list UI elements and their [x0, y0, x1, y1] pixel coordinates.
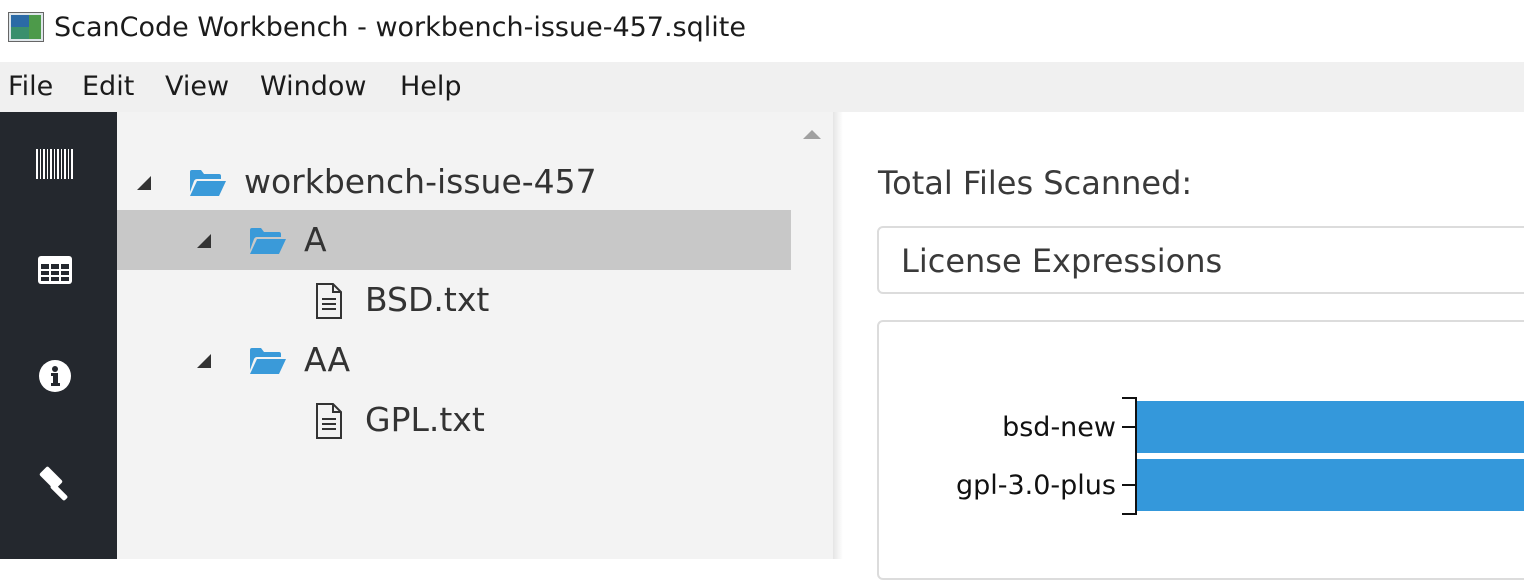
- bar-chart: bsd-new gpl-3.0-plus: [956, 397, 1524, 515]
- nav-scan-button[interactable]: [29, 138, 81, 190]
- license-chart: bsd-new gpl-3.0-plus: [877, 320, 1524, 580]
- gavel-icon: [39, 466, 68, 501]
- menu-file[interactable]: File: [8, 70, 53, 104]
- collapse-toggle-icon[interactable]: [197, 354, 211, 368]
- file-icon: [316, 403, 342, 439]
- tree-node-folder-aa[interactable]: AA: [117, 330, 791, 390]
- bar-gpl-3.0-plus[interactable]: [1137, 459, 1524, 511]
- menu-edit[interactable]: Edit: [82, 70, 134, 104]
- menu-view[interactable]: View: [165, 70, 229, 104]
- chart-attribute-value: License Expressions: [901, 242, 1223, 280]
- folder-open-icon: [250, 348, 286, 374]
- y-axis-line: [1122, 397, 1137, 515]
- collapse-toggle-icon[interactable]: [197, 234, 211, 248]
- nav-license-policy-button[interactable]: [29, 456, 81, 508]
- tree-node-root[interactable]: workbench-issue-457: [117, 152, 791, 212]
- scroll-up-arrow-icon[interactable]: [803, 130, 821, 139]
- folder-open-icon: [190, 170, 226, 196]
- tree-label: workbench-issue-457: [244, 162, 597, 201]
- y-tick-label: bsd-new: [1002, 412, 1116, 443]
- title-bar: ScanCode Workbench - workbench-issue-457…: [0, 0, 1524, 58]
- tree-node-folder-a[interactable]: A: [117, 210, 791, 270]
- left-nav: [0, 112, 117, 559]
- barcode-icon: [36, 149, 73, 179]
- folder-open-icon: [250, 228, 286, 254]
- info-icon: [39, 360, 71, 392]
- chart-attribute-select[interactable]: License Expressions: [877, 226, 1524, 294]
- pane-divider-shadow: [833, 112, 843, 559]
- tree-node-file-gpl[interactable]: GPL.txt: [117, 390, 791, 450]
- file-tree-pane: workbench-issue-457 A BSD.txt AA GPL.txt: [117, 112, 791, 559]
- y-tick-label: gpl-3.0-plus: [956, 470, 1116, 501]
- tree-label: A: [304, 220, 327, 259]
- tree-label: BSD.txt: [365, 280, 490, 319]
- dashboard-pane: Total Files Scanned: License Expressions…: [833, 112, 1524, 580]
- nav-table-button[interactable]: [29, 244, 81, 296]
- nav-info-button[interactable]: [29, 350, 81, 402]
- menu-help[interactable]: Help: [400, 70, 462, 104]
- tree-scrollbar[interactable]: [791, 112, 833, 559]
- window-title: ScanCode Workbench - workbench-issue-457…: [54, 12, 746, 43]
- tree-label: AA: [304, 340, 351, 379]
- menu-bar: File Edit View Window Help: [0, 62, 1524, 112]
- table-icon: [38, 256, 72, 284]
- total-files-label: Total Files Scanned:: [878, 164, 1193, 202]
- collapse-toggle-icon[interactable]: [137, 176, 151, 190]
- tree-node-file-bsd[interactable]: BSD.txt: [117, 270, 791, 330]
- bar-bsd-new[interactable]: [1137, 401, 1524, 453]
- app-icon: [8, 12, 44, 42]
- menu-window[interactable]: Window: [260, 70, 366, 104]
- tree-label: GPL.txt: [365, 400, 485, 439]
- file-icon: [316, 283, 342, 319]
